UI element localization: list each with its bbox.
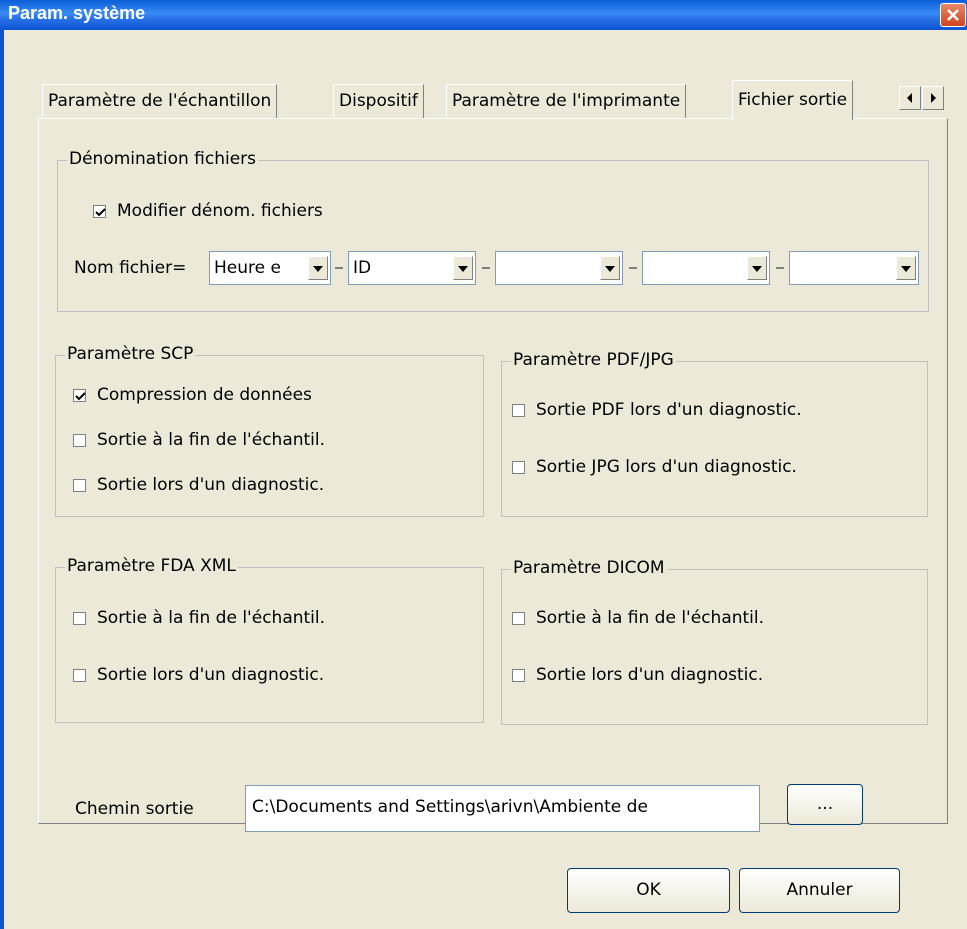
pdf-jpg-settings-group: Paramètre PDF/JPG <box>501 350 928 517</box>
close-button[interactable] <box>940 3 966 27</box>
system-settings-dialog: Param. système Paramètre de l'échantillo… <box>0 0 967 929</box>
group-label: Paramètre FDA XML <box>65 556 238 576</box>
check-icon <box>95 208 106 217</box>
tab-label: Paramètre de l'échantillon <box>48 91 272 111</box>
file-naming-group: Dénomination fichiers <box>57 149 929 312</box>
arrow-right-icon <box>931 93 936 103</box>
chevron-down-icon <box>458 266 468 272</box>
output-path-input[interactable]: C:\Documents and Settings\arivn\Ambiente… <box>245 785 760 832</box>
checkbox-label: Sortie à la fin de l'échantil. <box>536 608 765 628</box>
checkbox-box[interactable] <box>73 669 86 682</box>
output-path-label: Chemin sortie <box>75 799 194 819</box>
dropdown-button[interactable] <box>308 256 328 280</box>
tab-sample-settings[interactable]: Paramètre de l'échantillon <box>42 84 278 118</box>
group-label: Paramètre PDF/JPG <box>511 350 676 370</box>
group-label: Paramètre SCP <box>65 344 196 364</box>
window-title: Param. système <box>8 3 146 23</box>
checkbox-label: Modifier dénom. fichiers <box>117 201 323 221</box>
checkbox-label: Compression de données <box>97 385 312 405</box>
separator-dash <box>629 267 637 269</box>
arrow-left-icon <box>907 93 912 103</box>
separator-dash <box>776 267 784 269</box>
chevron-down-icon <box>313 266 323 272</box>
dicom-settings-group: Paramètre DICOM <box>501 558 928 725</box>
group-label: Paramètre DICOM <box>511 558 667 578</box>
tab-device[interactable]: Dispositif <box>333 84 424 118</box>
checkbox-label: Sortie lors d'un diagnostic. <box>536 665 764 685</box>
tab-label: Paramètre de l'imprimante <box>452 91 681 111</box>
filename-part-2-select[interactable]: ID <box>348 251 476 285</box>
select-value: ID <box>353 258 372 278</box>
cancel-button[interactable]: Annuler <box>739 868 900 913</box>
ok-button[interactable]: OK <box>567 868 730 913</box>
checkbox-box[interactable] <box>512 669 525 682</box>
select-value: Heure e <box>214 258 281 278</box>
separator-dash <box>482 267 490 269</box>
group-label: Dénomination fichiers <box>67 149 259 169</box>
checkbox-box[interactable] <box>73 389 86 402</box>
dropdown-button[interactable] <box>896 256 916 280</box>
tab-label: Fichier sortie <box>738 90 848 110</box>
filename-part-1-select[interactable]: Heure e <box>209 251 331 285</box>
checkbox-box[interactable] <box>73 612 86 625</box>
checkbox-label: Sortie à la fin de l'échantil. <box>97 430 326 450</box>
separator-dash <box>335 267 343 269</box>
checkbox-box[interactable] <box>73 479 86 492</box>
browse-button[interactable]: ... <box>787 784 863 825</box>
checkbox-box[interactable] <box>512 404 525 417</box>
dropdown-button[interactable] <box>600 256 620 280</box>
check-icon <box>75 392 86 401</box>
filename-part-3-select[interactable] <box>495 251 623 285</box>
checkbox-box[interactable] <box>512 612 525 625</box>
tab-scroll-right-button[interactable] <box>922 86 944 110</box>
filename-label: Nom fichier= <box>74 258 187 278</box>
button-label: Annuler <box>786 880 853 900</box>
checkbox-box[interactable] <box>93 205 106 218</box>
title-bar[interactable]: Param. système <box>0 0 967 30</box>
checkbox-label: Sortie JPG lors d'un diagnostic. <box>536 457 797 477</box>
checkbox-label: Sortie à la fin de l'échantil. <box>97 608 326 628</box>
tab-scroll-left-button[interactable] <box>899 86 921 110</box>
window-border <box>0 30 4 929</box>
button-label: OK <box>636 880 661 900</box>
button-label: ... <box>816 794 834 814</box>
checkbox-label: Sortie PDF lors d'un diagnostic. <box>536 400 802 420</box>
checkbox-label: Sortie lors d'un diagnostic. <box>97 665 325 685</box>
filename-part-4-select[interactable] <box>642 251 770 285</box>
chevron-down-icon <box>901 266 911 272</box>
fda-xml-settings-group: Paramètre FDA XML <box>55 556 484 723</box>
tab-label: Dispositif <box>339 91 418 111</box>
checkbox-box[interactable] <box>512 461 525 474</box>
chevron-down-icon <box>605 266 615 272</box>
checkbox-label: Sortie lors d'un diagnostic. <box>97 475 325 495</box>
chevron-down-icon <box>752 266 762 272</box>
filename-part-5-select[interactable] <box>789 251 919 285</box>
dropdown-button[interactable] <box>747 256 767 280</box>
dropdown-button[interactable] <box>453 256 473 280</box>
input-value: C:\Documents and Settings\arivn\Ambiente… <box>252 797 648 817</box>
tab-printer-settings[interactable]: Paramètre de l'imprimante <box>446 84 687 118</box>
tab-output-file[interactable]: Fichier sortie <box>732 80 854 120</box>
close-icon <box>947 9 959 21</box>
checkbox-box[interactable] <box>73 434 86 447</box>
